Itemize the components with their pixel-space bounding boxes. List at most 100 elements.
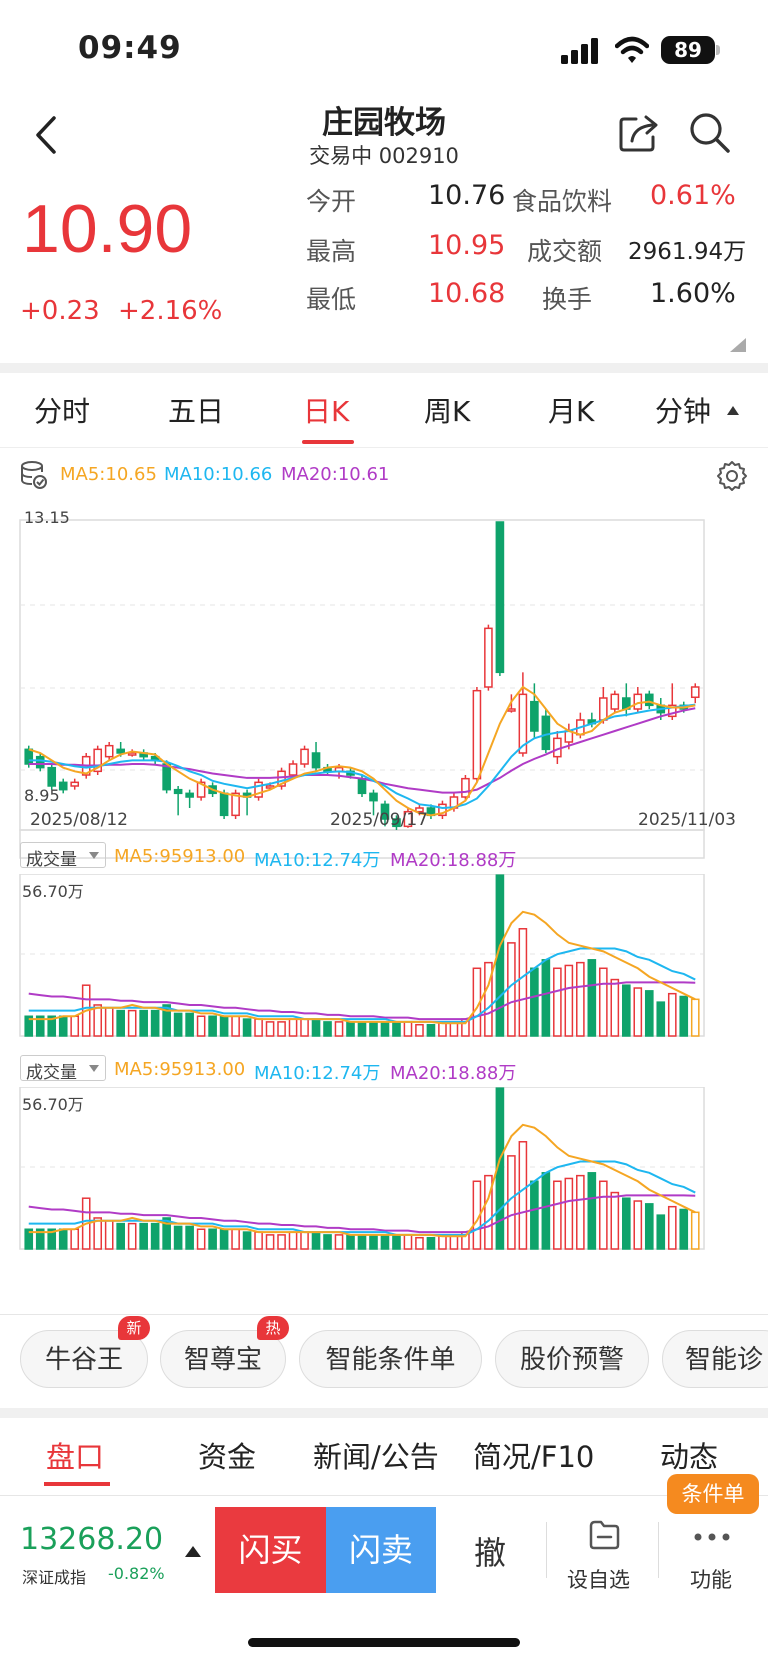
index-value[interactable]: 13268.20 <box>20 1522 163 1557</box>
volume-bar <box>426 1023 436 1037</box>
chip-smart-conditional-order[interactable]: 智能条件单 <box>299 1330 482 1388</box>
volume-bar <box>173 1012 183 1037</box>
date-label-mid: 2025/09/17 <box>330 810 428 830</box>
conditional-order-badge[interactable]: 条件单 <box>667 1474 759 1514</box>
feature-chips: 牛谷王 新 智尊宝 热 智能条件单 股价预警 智能诊 <box>0 1316 768 1390</box>
candle-body <box>472 689 482 780</box>
tab-five-day[interactable]: 五日 <box>168 390 224 430</box>
volume-bar <box>139 1009 148 1037</box>
candle-body <box>185 792 194 798</box>
more-functions-icon[interactable] <box>693 1532 731 1542</box>
kline-ma5-legend: MA5:10.65 <box>60 464 157 485</box>
high-label: 最高 <box>306 237 357 266</box>
add-watchlist-label[interactable]: 设自选 <box>567 1564 630 1594</box>
add-watchlist-icon[interactable] <box>587 1518 621 1552</box>
turnover-rate-value: 1.60% <box>650 278 736 309</box>
share-icon[interactable] <box>618 113 662 153</box>
volume-bar <box>633 987 643 1037</box>
volume-bar <box>679 995 689 1037</box>
kline-chart[interactable] <box>0 500 768 900</box>
functions-label[interactable]: 功能 <box>690 1564 732 1594</box>
search-icon[interactable] <box>688 111 732 155</box>
turnover-amount-label: 成交额 <box>527 237 603 266</box>
period-tabs: 分时 五日 日K 周K 月K 分钟 <box>0 372 768 448</box>
candle-body <box>162 763 171 791</box>
volume-bar <box>576 1174 585 1250</box>
volume-bar <box>392 1234 401 1250</box>
tab-minute[interactable]: 分钟 <box>655 390 711 430</box>
dropdown-arrow-icon <box>89 852 99 859</box>
volume-bar <box>254 1018 263 1037</box>
high-value: 10.95 <box>428 230 506 261</box>
tab-order-book[interactable]: 盘口 <box>46 1434 104 1476</box>
volume-bar <box>346 1234 355 1250</box>
volume-bar <box>150 1009 160 1037</box>
volume-bar <box>369 1234 378 1250</box>
candle-body <box>633 693 643 710</box>
date-label-start: 2025/08/12 <box>30 810 128 830</box>
volume-bar <box>403 1021 413 1037</box>
volume-bar <box>311 1231 321 1250</box>
candle-body <box>47 766 57 787</box>
volume-bar <box>116 1009 125 1037</box>
sector-label[interactable]: 食品饮料 <box>512 182 612 218</box>
candle-body <box>530 700 539 732</box>
volume-bar <box>242 1018 252 1037</box>
volume-bar <box>357 1234 367 1250</box>
volume-bar <box>265 1234 275 1250</box>
price-change-pct: +2.16% <box>118 296 223 326</box>
vol1-ymax-label: 56.70万 <box>22 882 84 901</box>
tab-monthly-k[interactable]: 月K <box>548 390 594 430</box>
candle-body <box>173 788 183 795</box>
status-bar: 09:49 89 <box>0 0 768 100</box>
divider <box>0 1408 768 1418</box>
index-expand-arrow-icon[interactable] <box>185 1546 201 1557</box>
volume-bar <box>323 1021 332 1037</box>
volume-chart-1[interactable] <box>0 874 768 1044</box>
vol2-ma20-legend: MA20:18.88万 <box>390 1063 517 1084</box>
volume-bar <box>518 1141 528 1250</box>
expand-corner-icon[interactable] <box>730 338 746 352</box>
volume-bar <box>380 1234 390 1250</box>
flash-buy-button[interactable]: 闪买 <box>215 1507 326 1593</box>
kline-ymin-label: 8.95 <box>24 786 60 805</box>
footer-divider <box>658 1522 659 1578</box>
hot-badge: 热 <box>257 1316 289 1340</box>
volume-indicator-select-2[interactable]: 成交量 <box>20 1055 106 1083</box>
volume-bar <box>127 1222 137 1250</box>
tab-capital[interactable]: 资金 <box>198 1434 256 1476</box>
candle-body <box>369 792 378 802</box>
quote-panel: 10.90 +0.23 +2.16% 今开 10.76 最高 10.95 最低 … <box>0 178 768 363</box>
volume-chart-2[interactable] <box>0 1087 768 1257</box>
tab-weekly-k[interactable]: 周K <box>424 390 470 430</box>
volume-bar <box>208 1015 217 1037</box>
chart-settings-gear-icon[interactable] <box>716 460 748 492</box>
volume-indicator-select-1[interactable]: 成交量 <box>20 842 106 870</box>
tab-news[interactable]: 新闻/公告 <box>313 1434 439 1476</box>
open-value: 10.76 <box>428 180 506 211</box>
tab-daily-k[interactable]: 日K <box>303 390 349 430</box>
tab-f10[interactable]: 简况/F10 <box>473 1434 594 1476</box>
volume-bar <box>346 1021 355 1037</box>
chip-smart-diagnosis[interactable]: 智能诊 <box>662 1330 768 1388</box>
trade-footer: 13268.20 深证成指 -0.82% 闪买 闪卖 撤 设自选 功能 条件单 <box>0 1474 768 1663</box>
volume-bar <box>300 1018 309 1037</box>
divider <box>0 447 768 448</box>
chip-price-alert[interactable]: 股价预警 <box>495 1330 649 1388</box>
volume-bar <box>311 1018 321 1037</box>
database-settings-icon[interactable] <box>20 460 48 490</box>
candle-body <box>495 521 505 674</box>
candle-body <box>70 781 80 787</box>
vol1-ma10-legend: MA10:12.74万 <box>254 850 381 871</box>
cancel-order-button[interactable]: 撤 <box>474 1528 506 1574</box>
footer-divider <box>546 1522 547 1578</box>
volume-bar <box>667 992 677 1037</box>
flash-sell-button[interactable]: 闪卖 <box>326 1507 436 1593</box>
volume-bar <box>587 959 597 1037</box>
volume-bar <box>127 1009 137 1037</box>
volume-bar <box>415 1023 424 1037</box>
tab-intraday[interactable]: 分时 <box>34 390 90 430</box>
tab-dynamics[interactable]: 动态 <box>660 1434 718 1476</box>
tab-minute-dropdown-icon[interactable] <box>726 404 740 416</box>
candle-body <box>690 686 700 699</box>
